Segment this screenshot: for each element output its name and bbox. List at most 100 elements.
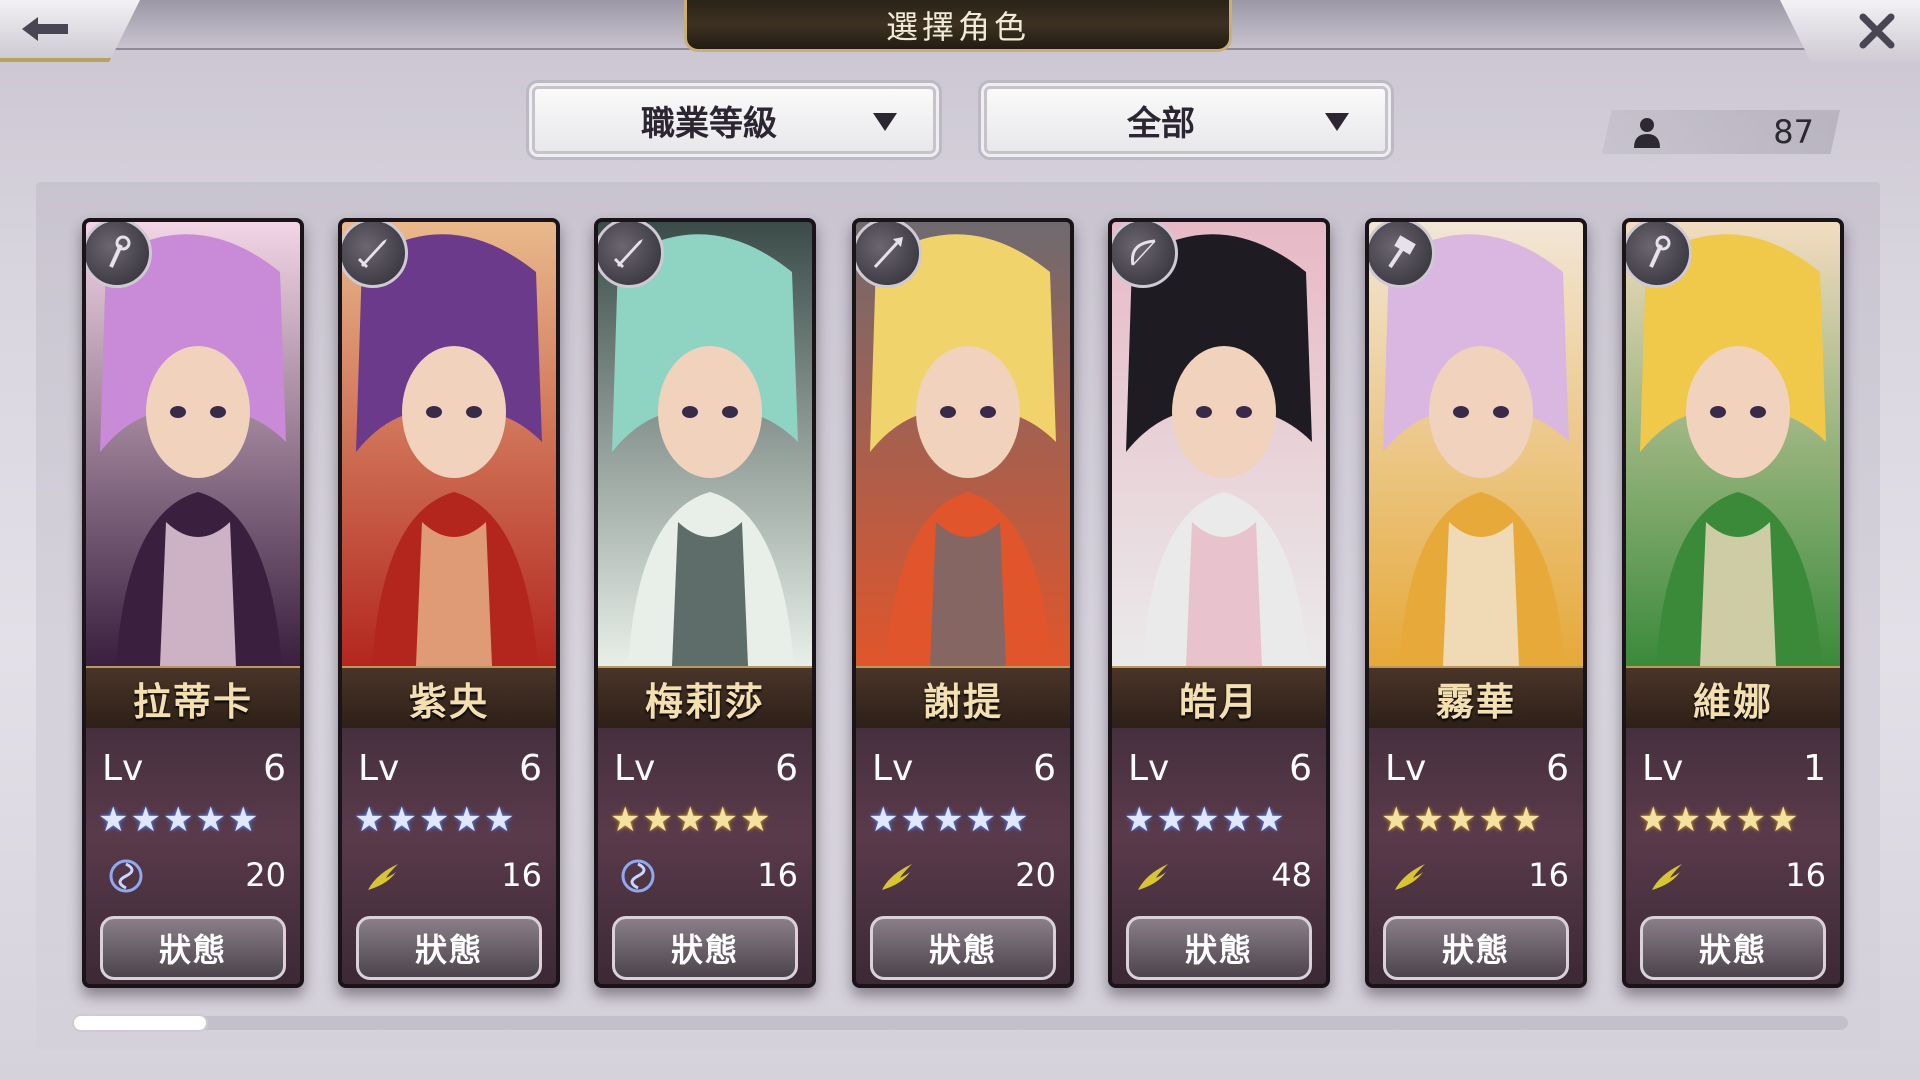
swirl-icon [109,859,143,893]
character-card[interactable]: 霧華 Lv 6 ★ ★ ★ ★ ★ 16 狀態 [1365,218,1587,988]
character-name-band: 紫央 [342,666,556,730]
status-button-label: 狀態 [1184,931,1253,969]
star-icon: ★ [997,800,1029,840]
character-name-band: 拉蒂卡 [86,666,300,730]
wing-icon [1395,864,1425,890]
filter-dropdown[interactable]: 全部 [981,83,1391,157]
star-rating: ★ ★ ★ ★ ★ [1381,802,1541,838]
character-portrait [598,222,812,666]
star-icon: ★ [1638,800,1669,840]
character-card[interactable]: 皓月 Lv 6 ★ ★ ★ ★ ★ 48 狀態 [1108,218,1330,988]
element-badge [1389,856,1429,896]
element-badge [618,856,658,896]
character-name-band: 皓月 [1112,666,1326,730]
level-label: Lv [1642,748,1684,789]
wing-icon [1652,864,1682,890]
character-info: Lv 6 ★ ★ ★ ★ ★ 48 狀態 [1112,728,1326,984]
class-badge [1112,222,1178,288]
character-value: 16 [1785,856,1826,894]
star-icon: ★ [1510,800,1542,840]
character-card[interactable]: 紫央 Lv 6 ★ ★ ★ ★ ★ 16 狀態 [338,218,560,988]
star-icon: ★ [386,800,417,840]
character-name-band: 維娜 [1626,666,1840,730]
user-icon [1634,118,1660,148]
status-button[interactable]: 狀態 [1383,916,1569,980]
star-icon: ★ [1381,800,1412,840]
character-name: 謝提 [922,678,1003,724]
character-info: Lv 6 ★ ★ ★ ★ ★ 20 狀態 [856,728,1070,984]
status-button[interactable]: 狀態 [1126,916,1312,980]
character-name-band: 謝提 [856,666,1070,730]
element-badge [106,856,146,896]
element-badge [1132,856,1172,896]
bow-icon [1130,239,1156,266]
character-portrait [1112,222,1326,666]
back-arrow-icon [22,17,68,41]
character-name: 梅莉莎 [644,678,765,724]
status-button-label: 狀態 [928,931,997,969]
star-icon: ★ [707,800,738,840]
character-name: 拉蒂卡 [132,678,253,724]
character-card[interactable]: 拉蒂卡 Lv 6 ★ ★ ★ ★ ★ 20 狀態 [82,218,304,988]
star-icon: ★ [932,800,964,840]
star-rating: ★ ★ ★ ★ ★ [1124,802,1284,838]
back-button[interactable] [0,0,140,62]
element-badge [876,856,916,896]
character-name: 皓月 [1178,678,1259,724]
staff-icon [1649,235,1671,268]
status-button[interactable]: 狀態 [100,916,286,980]
class-badge [86,222,152,288]
level-label: Lv [102,748,144,789]
character-portrait [86,222,300,666]
character-name: 霧華 [1435,678,1516,724]
star-rating: ★ ★ ★ ★ ★ [98,802,258,838]
star-icon: ★ [610,800,641,840]
chevron-down-icon [873,113,897,131]
element-badge [1646,856,1686,896]
status-button-label: 狀態 [414,931,483,969]
sort-dropdown-label: 職業等級 [641,103,777,144]
character-name-band: 梅莉莎 [598,666,812,730]
star-icon: ★ [868,800,899,840]
status-button[interactable]: 狀態 [356,916,542,980]
class-badge [1626,222,1692,288]
star-rating: ★ ★ ★ ★ ★ [1638,802,1798,838]
star-icon: ★ [130,800,161,840]
character-value: 20 [245,856,286,894]
level-value: 6 [775,748,798,789]
level-label: Lv [358,748,400,789]
star-icon: ★ [1124,800,1155,840]
star-icon: ★ [418,800,450,840]
star-icon: ★ [642,800,673,840]
star-icon: ★ [1221,800,1252,840]
character-card[interactable]: 謝提 Lv 6 ★ ★ ★ ★ ★ 20 狀態 [852,218,1074,988]
scrollbar-thumb[interactable] [72,1014,208,1032]
status-button-label: 狀態 [1698,931,1767,969]
character-value: 16 [1528,856,1569,894]
class-badge [342,222,408,288]
level-value: 6 [263,748,286,789]
status-button[interactable]: 狀態 [1640,916,1826,980]
status-button[interactable]: 狀態 [870,916,1056,980]
scrollbar-track[interactable] [72,1016,1848,1030]
character-name: 維娜 [1692,678,1773,724]
character-card[interactable]: 梅莉莎 Lv 6 ★ ★ ★ ★ ★ 16 狀態 [594,218,816,988]
sort-dropdown[interactable]: 職業等級 [529,83,939,157]
character-info: Lv 6 ★ ★ ★ ★ ★ 20 狀態 [86,728,300,984]
close-button[interactable] [1780,0,1920,62]
character-portrait [1369,222,1583,666]
status-button[interactable]: 狀態 [612,916,798,980]
status-button-label: 狀態 [1441,931,1510,969]
class-badge [1369,222,1435,288]
star-icon: ★ [965,800,996,840]
element-badge [362,856,402,896]
star-icon: ★ [674,800,706,840]
character-card[interactable]: 維娜 Lv 1 ★ ★ ★ ★ ★ 16 狀態 [1622,218,1844,988]
level-label: Lv [614,748,656,789]
star-icon: ★ [900,800,931,840]
sword-icon [357,239,387,269]
character-name: 紫央 [408,678,489,724]
character-info: Lv 6 ★ ★ ★ ★ ★ 16 狀態 [1369,728,1583,984]
star-icon: ★ [1767,800,1799,840]
level-value: 6 [1033,748,1056,789]
